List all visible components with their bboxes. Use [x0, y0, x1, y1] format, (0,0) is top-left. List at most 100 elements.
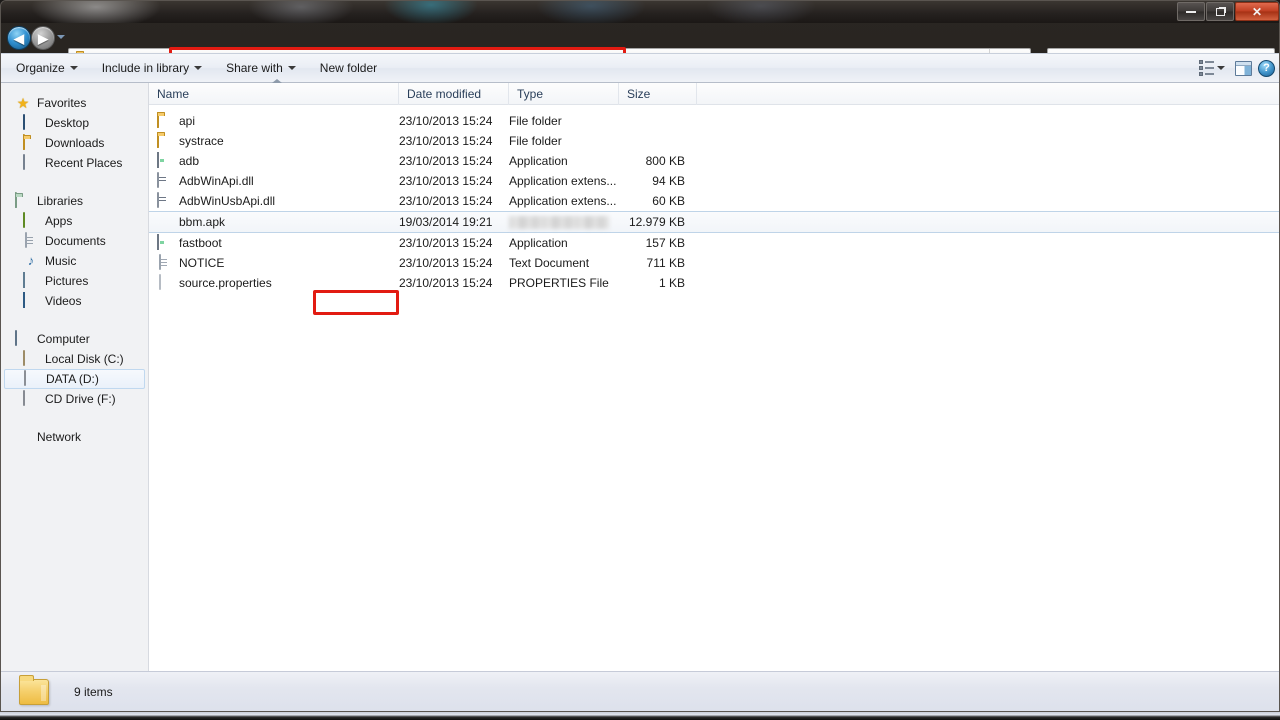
nav-group-network: Network	[1, 427, 148, 447]
chevron-down-icon	[69, 66, 78, 70]
sidebar-item-data-d[interactable]: DATA (D:)	[4, 369, 145, 389]
status-bar: 9 items	[1, 671, 1279, 711]
file-name-label: AdbWinApi.dll	[179, 174, 254, 188]
change-view-button[interactable]	[1195, 57, 1229, 79]
window-controls: ✕	[1177, 2, 1279, 21]
downloads-folder-icon	[23, 134, 39, 151]
column-header-label: Name	[157, 86, 190, 101]
sidebar-label: Pictures	[45, 274, 89, 288]
nav-group-libraries: Libraries Apps Documents ♪ Music Picture…	[1, 191, 148, 311]
taskbar-strip	[0, 712, 1280, 720]
blank-file-icon	[157, 214, 173, 230]
back-button[interactable]: ◀	[7, 26, 31, 50]
table-row[interactable]: adb 23/10/2013 15:24 Application 800 KB	[149, 151, 1279, 171]
file-size-cell: 94 KB	[652, 174, 685, 188]
file-date-cell: 23/10/2013 15:24	[399, 276, 493, 290]
nav-group-favorites: ★ Favorites Desktop Downloads Recent Pla…	[1, 93, 148, 173]
file-type-cell: PROPERTIES File	[509, 276, 609, 290]
new-folder-button[interactable]: New folder	[311, 58, 386, 78]
picture-icon	[23, 272, 39, 289]
dll-icon	[157, 172, 173, 189]
selected-file-highlight-annotation	[313, 290, 399, 315]
item-count-label: 9 items	[74, 684, 113, 699]
file-rows-container: api 23/10/2013 15:24 File folder systrac…	[149, 105, 1279, 293]
file-name-label: AdbWinUsbApi.dll	[179, 194, 276, 208]
file-type-cell: Application	[509, 236, 568, 250]
table-row[interactable]: AdbWinApi.dll 23/10/2013 15:24 Applicati…	[149, 171, 1279, 191]
share-with-button[interactable]: Share with	[217, 58, 305, 78]
sidebar-item-apps[interactable]: Apps	[1, 211, 148, 231]
application-icon	[157, 234, 173, 251]
preview-pane-icon[interactable]	[1235, 60, 1252, 76]
sidebar-item-pictures[interactable]: Pictures	[1, 271, 148, 291]
file-size-cell: 800 KB	[645, 154, 685, 168]
file-size-cell: 711 KB	[646, 256, 685, 270]
file-date-cell: 23/10/2013 15:24	[399, 236, 493, 250]
chevron-down-icon[interactable]	[1217, 66, 1225, 70]
table-row[interactable]: AdbWinUsbApi.dll 23/10/2013 15:24 Applic…	[149, 191, 1279, 211]
file-type-cell: File folder	[509, 114, 562, 128]
table-row[interactable]: NOTICE 23/10/2013 15:24 Text Document 71…	[149, 253, 1279, 273]
file-name-cell: AdbWinApi.dll	[149, 172, 399, 189]
file-name-cell: source.properties	[149, 274, 399, 291]
sidebar-item-computer[interactable]: Computer	[1, 329, 148, 349]
close-button[interactable]: ✕	[1235, 2, 1279, 21]
sidebar-item-cd-drive-f[interactable]: CD Drive (F:)	[1, 389, 148, 409]
file-type-cell: Application	[509, 154, 568, 168]
file-name-cell: bbm.apk	[149, 214, 399, 230]
help-icon[interactable]: ?	[1258, 59, 1275, 77]
sidebar-label: CD Drive (F:)	[45, 392, 116, 406]
file-list-pane[interactable]: Name Date modified Type Size api 23/10/2…	[149, 78, 1279, 671]
application-icon	[157, 152, 173, 169]
file-date-cell: 19/03/2014 19:21	[399, 215, 493, 229]
table-row-selected[interactable]: bbm.apk 19/03/2014 19:21 12.979 KB	[149, 211, 1279, 233]
computer-icon	[15, 330, 31, 347]
minimize-button[interactable]	[1177, 2, 1205, 21]
organize-button[interactable]: Organize	[7, 58, 87, 78]
column-header-name[interactable]: Name	[149, 78, 399, 105]
close-icon: ✕	[1251, 4, 1263, 19]
forward-button[interactable]: ▶	[31, 26, 55, 50]
sidebar-item-music[interactable]: ♪ Music	[1, 251, 148, 271]
column-header-type[interactable]: Type	[509, 82, 619, 105]
table-row[interactable]: fastboot 23/10/2013 15:24 Application 15…	[149, 233, 1279, 253]
explorer-window: ✕ ◀ ▶ Computer ▸ DATA (D:) ▸ bbm ▸ adt-b…	[0, 0, 1280, 712]
sidebar-item-desktop[interactable]: Desktop	[1, 113, 148, 133]
file-size-cell: 12.979 KB	[628, 215, 685, 229]
music-note-icon: ♪	[27, 253, 35, 268]
back-arrow-icon: ◀	[14, 30, 24, 46]
file-name-label: bbm.apk	[179, 215, 226, 229]
file-name-label: api	[179, 114, 196, 128]
maximize-button[interactable]	[1206, 2, 1234, 21]
column-header-size[interactable]: Size	[619, 82, 697, 105]
hard-disk-icon	[23, 350, 39, 367]
sidebar-item-libraries[interactable]: Libraries	[1, 191, 148, 211]
table-row[interactable]: systrace 23/10/2013 15:24 File folder	[149, 131, 1279, 151]
recent-locations-dropdown-icon[interactable]	[57, 35, 65, 39]
navigation-pane[interactable]: ★ Favorites Desktop Downloads Recent Pla…	[1, 83, 149, 671]
column-header-date-modified[interactable]: Date modified	[399, 82, 509, 105]
include-in-library-button[interactable]: Include in library	[93, 58, 211, 78]
file-name-cell: AdbWinUsbApi.dll	[149, 192, 399, 209]
sidebar-item-recent-places[interactable]: Recent Places	[1, 153, 148, 173]
sidebar-item-network[interactable]: Network	[1, 427, 148, 447]
file-size-cell: 1 KB	[658, 276, 685, 290]
video-icon	[23, 292, 39, 309]
table-row[interactable]: api 23/10/2013 15:24 File folder	[149, 111, 1279, 131]
file-name-label: source.properties	[179, 276, 272, 290]
sidebar-item-videos[interactable]: Videos	[1, 291, 148, 311]
sidebar-item-favorites[interactable]: ★ Favorites	[1, 93, 148, 113]
chevron-down-icon	[194, 66, 203, 70]
cd-drive-icon	[23, 390, 39, 407]
column-header-label: Date modified	[407, 86, 482, 101]
navigation-row: ◀ ▶ Computer ▸ DATA (D:) ▸ bbm ▸ adt-bun…	[1, 23, 1279, 72]
folder-icon	[157, 132, 173, 149]
sidebar-item-documents[interactable]: Documents	[1, 231, 148, 251]
sidebar-item-local-disk-c[interactable]: Local Disk (C:)	[1, 349, 148, 369]
table-row[interactable]: source.properties 23/10/2013 15:24 PROPE…	[149, 273, 1279, 293]
file-name-label: fastboot	[179, 236, 222, 250]
sidebar-item-downloads[interactable]: Downloads	[1, 133, 148, 153]
